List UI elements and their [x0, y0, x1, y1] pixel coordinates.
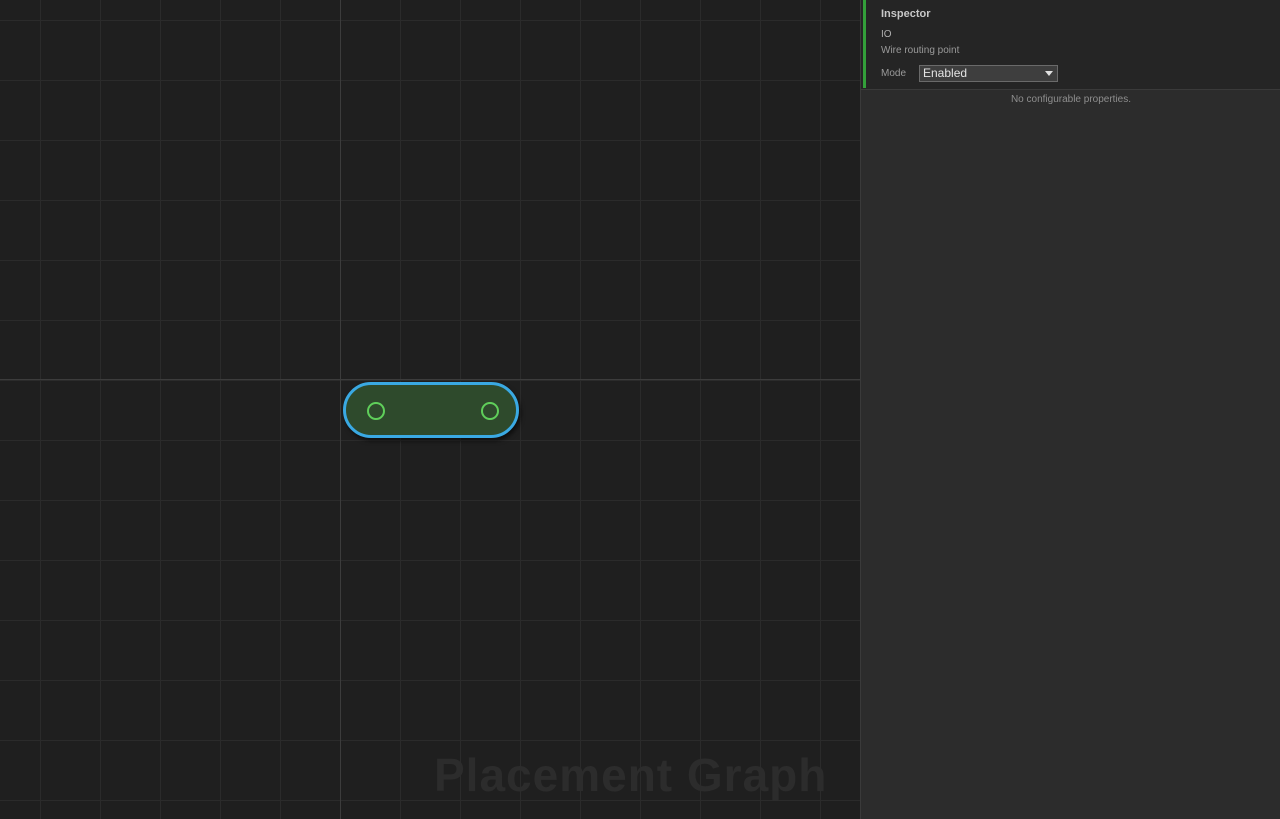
node-description: Wire routing point — [881, 45, 960, 56]
inspector-panel: Inspector IO Wire routing point Mode Ena… — [860, 0, 1280, 819]
mode-label: Mode — [881, 68, 907, 79]
output-port-icon[interactable] — [481, 402, 499, 420]
chevron-down-icon — [1045, 71, 1053, 76]
no-properties-message: No configurable properties. — [1010, 94, 1132, 105]
category-accent-bar — [863, 0, 866, 88]
canvas-watermark: Placement Graph — [434, 749, 828, 801]
node-type-label: IO — [881, 29, 892, 40]
graph-canvas[interactable]: Placement Graph — [0, 0, 860, 819]
origin-axis-vertical — [340, 0, 341, 819]
app-root: Placement Graph Inspector IO Wire routin… — [0, 0, 1280, 819]
input-port-icon[interactable] — [367, 402, 385, 420]
mode-select[interactable]: Enabled — [919, 65, 1058, 82]
origin-axis-horizontal — [0, 379, 860, 380]
inspector-title: Inspector — [881, 8, 931, 20]
wire-routing-node[interactable] — [343, 382, 519, 438]
inspector-header: Inspector IO Wire routing point Mode Ena… — [861, 0, 1280, 90]
mode-select-value: Enabled — [923, 66, 968, 80]
